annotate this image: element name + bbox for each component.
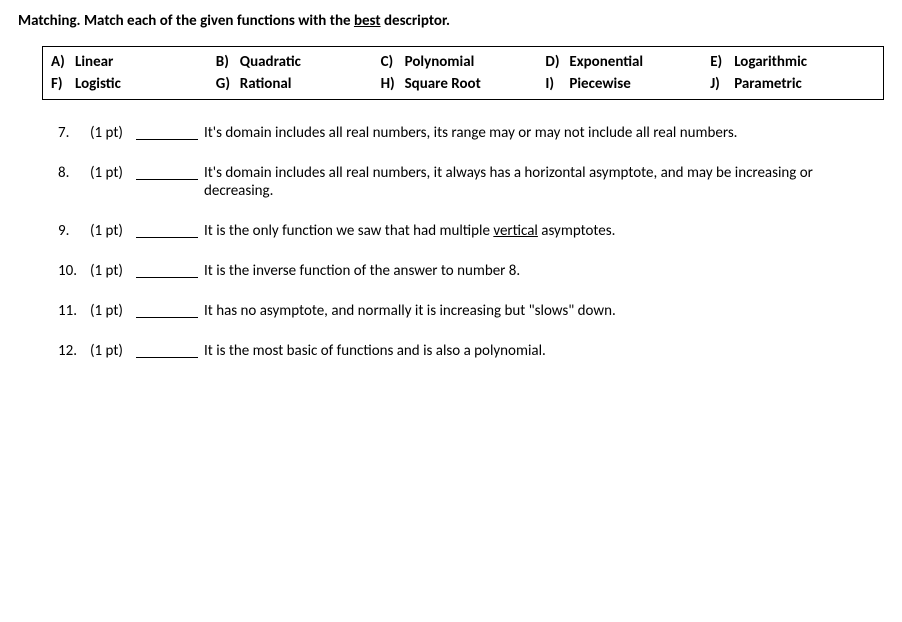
question-text: It's domain includes all real numbers, i… xyxy=(204,164,884,200)
option-b: B) Quadratic xyxy=(216,53,381,71)
question-number: 9. xyxy=(58,222,90,240)
question-points: (1 pt) xyxy=(90,222,136,240)
question-number: 11. xyxy=(58,302,90,320)
option-letter: I) xyxy=(545,75,569,93)
question-points: (1 pt) xyxy=(90,262,136,280)
answer-blank[interactable] xyxy=(136,302,198,318)
question-8: 8. (1 pt) It's domain includes all real … xyxy=(58,164,884,200)
option-f: F) Logistic xyxy=(51,75,216,93)
option-j: J) Parametric xyxy=(710,75,875,93)
option-label: Piecewise xyxy=(569,75,630,93)
option-letter: G) xyxy=(216,75,240,93)
question-7: 7. (1 pt) It's domain includes all real … xyxy=(58,124,884,142)
question-number: 8. xyxy=(58,164,90,182)
question-points: (1 pt) xyxy=(90,164,136,182)
option-letter: J) xyxy=(710,75,734,93)
option-letter: A) xyxy=(51,53,75,71)
option-g: G) Rational xyxy=(216,75,381,93)
question-points: (1 pt) xyxy=(90,342,136,360)
options-box: A) Linear B) Quadratic C) Polynomial D) … xyxy=(42,46,884,100)
option-label: Logistic xyxy=(75,75,121,93)
question-number: 10. xyxy=(58,262,90,280)
option-label: Exponential xyxy=(569,53,643,71)
instructions-underlined: best xyxy=(354,12,381,30)
answer-blank[interactable] xyxy=(136,262,198,278)
option-label: Parametric xyxy=(734,75,802,93)
question-text: It is the most basic of functions and is… xyxy=(204,342,884,360)
option-h: H) Square Root xyxy=(381,75,546,93)
option-label: Logarithmic xyxy=(734,53,807,71)
option-letter: C) xyxy=(381,53,405,71)
question-text: It is the only function we saw that had … xyxy=(204,222,884,240)
question-text-underlined: vertical xyxy=(493,222,538,240)
option-label: Square Root xyxy=(405,75,481,93)
question-12: 12. (1 pt) It is the most basic of funct… xyxy=(58,342,884,360)
question-number: 12. xyxy=(58,342,90,360)
option-letter: H) xyxy=(381,75,405,93)
question-9: 9. (1 pt) It is the only function we saw… xyxy=(58,222,884,240)
question-text-post: asymptotes. xyxy=(538,222,616,240)
question-text: It is the inverse function of the answer… xyxy=(204,262,884,280)
option-label: Linear xyxy=(75,53,113,71)
question-text: It's domain includes all real numbers, i… xyxy=(204,124,884,142)
question-points: (1 pt) xyxy=(90,302,136,320)
option-d: D) Exponential xyxy=(545,53,710,71)
question-number: 7. xyxy=(58,124,90,142)
option-letter: E) xyxy=(710,53,734,71)
option-label: Quadratic xyxy=(240,53,301,71)
question-points: (1 pt) xyxy=(90,124,136,142)
answer-blank[interactable] xyxy=(136,164,198,180)
options-row-1: A) Linear B) Quadratic C) Polynomial D) … xyxy=(43,51,883,73)
option-letter: F) xyxy=(51,75,75,93)
option-c: C) Polynomial xyxy=(381,53,546,71)
option-i: I) Piecewise xyxy=(545,75,710,93)
answer-blank[interactable] xyxy=(136,342,198,358)
option-label: Rational xyxy=(240,75,292,93)
question-text-pre: It is the only function we saw that had … xyxy=(204,222,493,240)
question-list: 7. (1 pt) It's domain includes all real … xyxy=(18,124,884,360)
options-row-2: F) Logistic G) Rational H) Square Root I… xyxy=(43,73,883,95)
option-e: E) Logarithmic xyxy=(710,53,875,71)
instructions-prefix: Matching. Match each of the given functi… xyxy=(18,12,354,30)
question-11: 11. (1 pt) It has no asymptote, and norm… xyxy=(58,302,884,320)
option-letter: D) xyxy=(545,53,569,71)
instructions-suffix: descriptor. xyxy=(381,12,450,30)
option-label: Polynomial xyxy=(405,53,475,71)
instructions: Matching. Match each of the given functi… xyxy=(18,12,884,30)
question-text: It has no asymptote, and normally it is … xyxy=(204,302,884,320)
question-10: 10. (1 pt) It is the inverse function of… xyxy=(58,262,884,280)
answer-blank[interactable] xyxy=(136,124,198,140)
option-letter: B) xyxy=(216,53,240,71)
answer-blank[interactable] xyxy=(136,222,198,238)
option-a: A) Linear xyxy=(51,53,216,71)
